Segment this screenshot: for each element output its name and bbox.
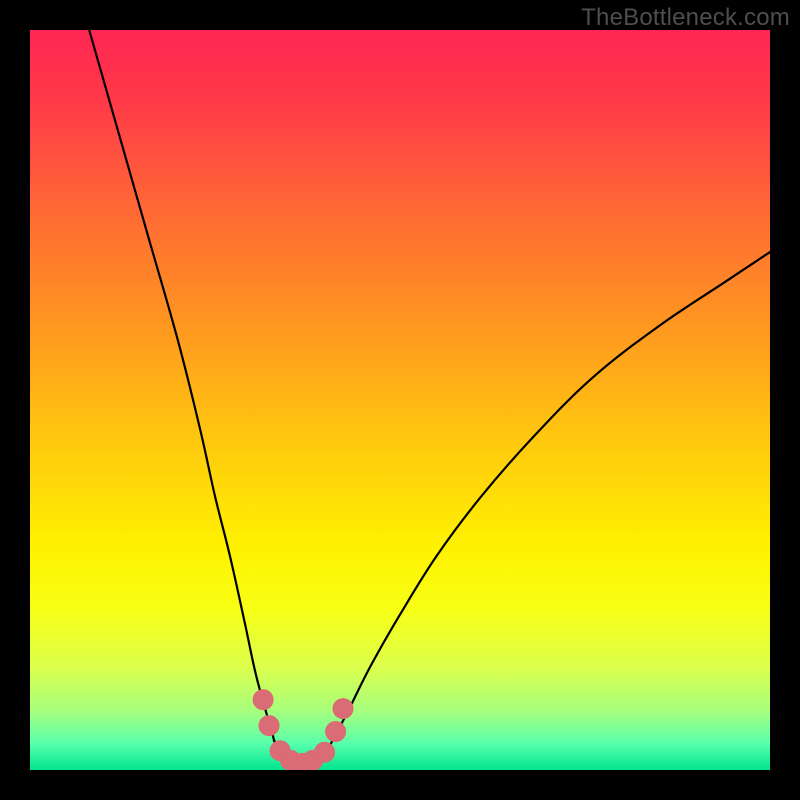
trough-marker	[253, 690, 273, 710]
watermark-text: TheBottleneck.com	[581, 4, 790, 32]
bottleneck-curve	[89, 30, 770, 764]
plot-frame	[30, 30, 770, 770]
trough-marker	[333, 699, 353, 719]
trough-marker	[259, 716, 279, 736]
curve-layer	[30, 30, 770, 770]
trough-markers	[253, 690, 353, 770]
trough-marker	[315, 742, 335, 762]
trough-marker	[326, 722, 346, 742]
